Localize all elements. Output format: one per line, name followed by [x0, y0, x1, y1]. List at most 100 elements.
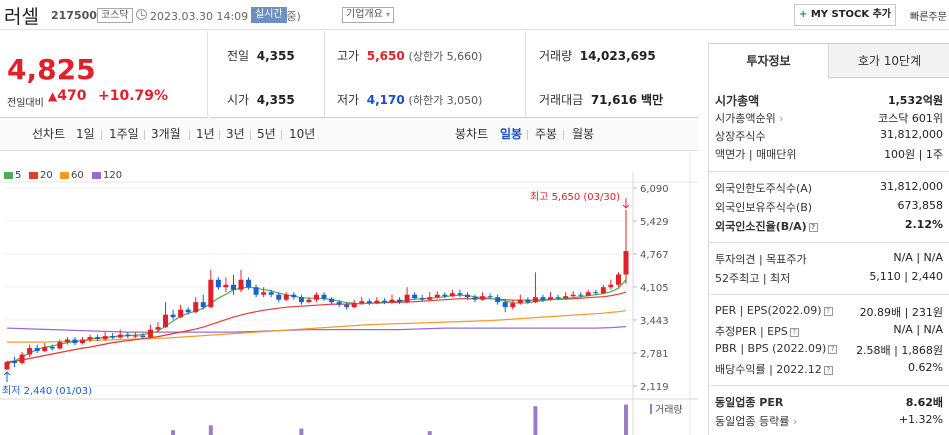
tab-1y[interactable]: 1년 [196, 118, 215, 151]
candle-body [155, 327, 161, 330]
stock-code: 217500 [51, 9, 97, 22]
candle-body [147, 329, 153, 338]
divider [527, 130, 528, 140]
candle-body [298, 297, 304, 303]
tab-investment-info[interactable]: 투자정보 [709, 44, 829, 78]
high-price: 고가 5,650 (상한가 5,660) [337, 47, 482, 64]
per-value: 20.89배 | 231원 [859, 306, 943, 319]
tab-weekly[interactable]: 주봉 [535, 118, 557, 151]
help-icon[interactable]: ? [789, 327, 799, 337]
candle-body [306, 299, 312, 303]
divider [281, 130, 282, 140]
investment-info-panel: 투자정보 호가 10단계 시가총액 1,532억원 시가총액순위 › 코스닥 6… [708, 43, 949, 435]
prev-close-value: 4,355 [256, 49, 295, 63]
sector-change-label-text: 동일업종 등락률 [715, 415, 790, 428]
market-badge: 코스닥 [97, 8, 133, 23]
est-per-value: N/A | N/A [893, 323, 943, 336]
candlestick-chart[interactable]: 6,090 5,429 4,767 4,105 3,443 2,781 2,119 최고 5,… [0, 152, 698, 435]
y-tick-label: 4,105 [640, 283, 669, 294]
tab-3m[interactable]: 3개월 [151, 118, 181, 151]
candle-body [163, 314, 169, 328]
candle-body [283, 294, 289, 300]
add-mystock-button[interactable]: + MY STOCK 추가 [794, 4, 896, 26]
realtime-badge[interactable]: 실시간 [251, 7, 287, 23]
per-label: PER | EPS(2022.09)? [715, 304, 833, 317]
tab-monthly[interactable]: 월봉 [572, 118, 594, 151]
candle-body [87, 337, 93, 340]
volume-bar [299, 428, 304, 435]
candle-body [442, 294, 448, 297]
volume-value: 14,023,695 [579, 49, 656, 63]
candle-body [261, 292, 267, 295]
candle-body [64, 339, 70, 343]
candle-body [314, 294, 319, 300]
candle-body [200, 302, 206, 308]
foreign-limit-value: 31,812,000 [880, 180, 943, 193]
y-tick-label: 5,429 [640, 217, 669, 228]
quick-order-link[interactable]: 빠른주문 [910, 8, 947, 23]
tab-3y[interactable]: 3년 [226, 118, 245, 151]
add-mystock-label: MY STOCK 추가 [810, 9, 892, 20]
foreign-ratio-label: 외국인소진율(B/A)? [715, 218, 818, 234]
price-summary: 전일 4,355 시가 4,355 고가 5,650 (상한가 5,660) 저… [209, 31, 698, 118]
candle-body [230, 284, 236, 290]
help-icon[interactable]: ? [823, 365, 833, 375]
chevron-right-icon: › [779, 112, 784, 125]
chevron-right-icon: › [792, 415, 798, 428]
change-label: 전일대비 [7, 98, 44, 109]
cap-rank-label: 시가총액순위 › [715, 110, 784, 126]
candle-body [95, 337, 101, 340]
candle-body [412, 294, 418, 299]
tab-5y[interactable]: 5년 [257, 118, 276, 151]
shares-value: 31,812,000 [880, 128, 943, 141]
dividend-value: 0.62% [908, 361, 943, 374]
help-icon[interactable]: ? [808, 222, 818, 232]
pbr-value: 2.58배 | 1,868원 [856, 344, 943, 357]
divider [525, 31, 526, 117]
candle-body [34, 348, 40, 352]
tab-10y[interactable]: 10년 [289, 118, 315, 151]
candle-body [215, 279, 221, 288]
high-arrow-icon [622, 197, 630, 209]
candle-body [600, 287, 606, 294]
up-triangle-icon: ▲ [48, 89, 58, 103]
tab-daily[interactable]: 일봉 [500, 118, 522, 151]
lower-limit: (하한가 3,050) [408, 94, 483, 107]
low-annotation: 최저 2,440 (01/03) [2, 385, 92, 397]
price-change: ▲470 [48, 88, 86, 104]
company-overview-dropdown[interactable]: 기업개요 ▾ [342, 7, 395, 23]
tab-1d[interactable]: 1일 [76, 118, 95, 151]
candle-body [336, 302, 342, 305]
shares-label: 상장주식수 [715, 130, 766, 143]
help-icon[interactable]: ? [823, 306, 833, 316]
foreign-ratio-label-text: 외국인소진율(B/A) [715, 220, 807, 233]
upper-limit: (상한가 5,660) [408, 50, 483, 63]
candle-body [525, 299, 531, 303]
tab-1w[interactable]: 1주일 [109, 118, 139, 151]
chart-period-tabs: 선차트 1일 1주일 3개월 1년 3년 5년 10년 봉차트 일봉 주봉 월봉 [0, 118, 698, 151]
tab-orderbook[interactable]: 호가 10단계 [829, 44, 949, 78]
foreign-ratio-value: 2.12% [904, 218, 943, 231]
y-tick-label: 2,119 [640, 382, 669, 393]
divider [250, 130, 251, 140]
foreign-limit-label: 외국인한도주식수(A) [715, 182, 813, 195]
candle-body [208, 279, 214, 308]
stock-header: 러셀 217500 코스닥 2023.03.30 14:09 기준(장중) 실시… [0, 0, 949, 30]
candle-body [578, 294, 584, 296]
help-icon[interactable]: ? [828, 344, 838, 354]
candle-body [72, 339, 78, 344]
divider [219, 130, 220, 140]
y-tick-label: 4,767 [640, 250, 669, 261]
divider [709, 242, 949, 243]
candle-body [178, 309, 184, 318]
cap-rank-value: 코스닥 601위 [878, 112, 943, 125]
candle-body [193, 302, 199, 313]
candle-body [389, 299, 395, 303]
divider [189, 130, 190, 140]
candle-body [397, 299, 403, 303]
y-tick-label: 6,090 [640, 184, 669, 195]
candle-body [57, 342, 63, 349]
candle-body [427, 297, 433, 300]
candle-body [329, 298, 335, 303]
low-label: 저가 [337, 93, 360, 107]
